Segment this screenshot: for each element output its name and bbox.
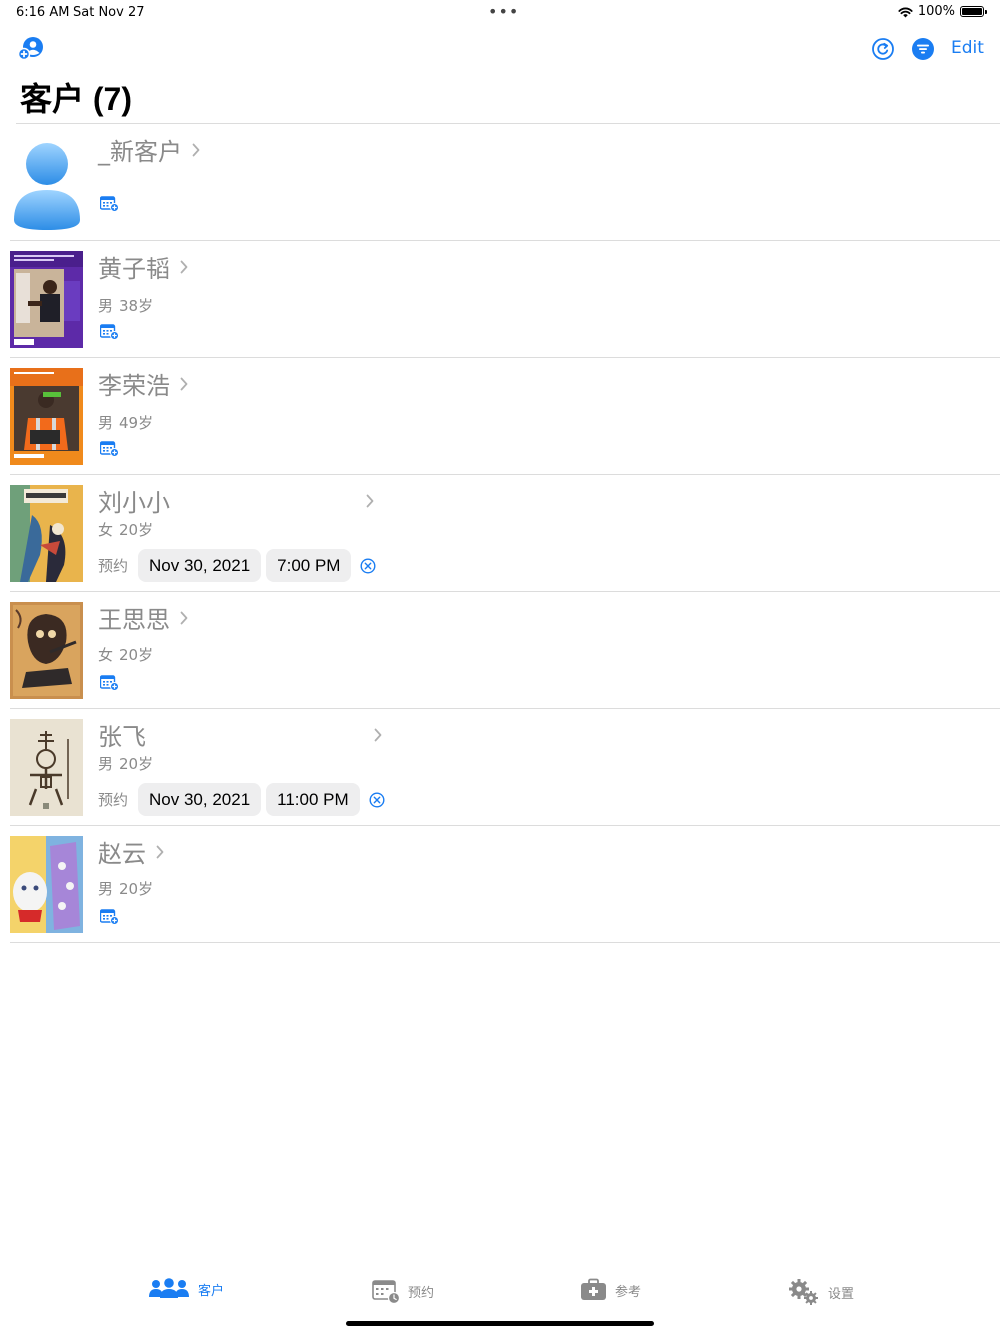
client-gender: 男 bbox=[98, 414, 114, 432]
client-photo bbox=[10, 368, 83, 465]
chevron-right-icon bbox=[366, 494, 374, 507]
chevron-right-icon bbox=[180, 260, 188, 273]
status-time: 6:16 AM bbox=[16, 5, 70, 20]
client-gender: 女 bbox=[98, 646, 114, 664]
battery-icon bbox=[960, 6, 987, 17]
appointment-date-picker[interactable]: Nov 30, 2021 bbox=[138, 783, 262, 816]
appointment-date-picker[interactable]: Nov 30, 2021 bbox=[138, 549, 262, 582]
client-gender: 男 bbox=[98, 755, 114, 773]
chevron-right-icon bbox=[192, 143, 200, 156]
status-bar: 6:16 AM Sat Nov 27 ••• 100% bbox=[0, 0, 1000, 26]
multitasking-dots[interactable]: ••• bbox=[488, 2, 519, 21]
client-info: 女 20岁 bbox=[98, 644, 153, 665]
client-photo bbox=[10, 251, 83, 348]
chevron-right-icon bbox=[180, 611, 188, 624]
refresh-icon[interactable] bbox=[871, 37, 895, 61]
wifi-icon bbox=[898, 7, 913, 17]
client-row[interactable]: 张飞 男 20岁 预约 Nov 30, 2021 11:00 PM bbox=[0, 709, 1000, 826]
client-name: 赵云 bbox=[98, 840, 146, 868]
battery-percent: 100% bbox=[917, 4, 955, 19]
client-info: 男 38岁 bbox=[98, 295, 153, 316]
client-gender: 男 bbox=[98, 297, 114, 315]
client-row-new[interactable]: _新客户 bbox=[0, 124, 1000, 241]
client-gender: 男 bbox=[98, 880, 114, 898]
chevron-right-icon bbox=[180, 377, 188, 390]
appointment-label: 预约 bbox=[98, 557, 129, 575]
appointment-time-picker[interactable]: 11:00 PM bbox=[266, 783, 360, 816]
client-name: _新客户 bbox=[98, 138, 182, 166]
client-age: 20岁 bbox=[119, 521, 154, 539]
status-date: Sat Nov 27 bbox=[73, 5, 145, 20]
page-title: 客户 (7) bbox=[20, 81, 133, 117]
tab-bar: 客户 预约 参考 设置 bbox=[0, 1278, 1000, 1318]
tab-label: 参考 bbox=[615, 1284, 642, 1300]
home-indicator[interactable] bbox=[346, 1321, 654, 1326]
clear-appointment-icon[interactable] bbox=[360, 557, 376, 574]
calendar-clock-icon bbox=[372, 1280, 400, 1304]
client-photo bbox=[10, 602, 83, 699]
tab-reference[interactable]: 参考 bbox=[580, 1278, 641, 1302]
appointment: 预约 Nov 30, 2021 11:00 PM bbox=[98, 783, 385, 816]
client-row[interactable]: 赵云 男 20岁 bbox=[0, 826, 1000, 943]
client-row[interactable]: 刘小小 女 20岁 预约 Nov 30, 2021 7:00 PM bbox=[0, 475, 1000, 592]
tab-label: 客户 bbox=[198, 1283, 225, 1299]
chevron-right-icon bbox=[156, 845, 164, 858]
client-info: 女 20岁 bbox=[98, 519, 153, 540]
divider bbox=[10, 942, 1000, 943]
client-row[interactable]: 李荣浩 男 49岁 bbox=[0, 358, 1000, 475]
client-info: 男 49岁 bbox=[98, 412, 153, 433]
appointment-label: 预约 bbox=[98, 791, 129, 809]
add-appointment-icon[interactable] bbox=[100, 675, 119, 691]
client-age: 38岁 bbox=[119, 297, 154, 315]
client-photo bbox=[10, 836, 83, 933]
client-info: 男 20岁 bbox=[98, 753, 153, 774]
clear-appointment-icon[interactable] bbox=[369, 791, 385, 808]
appointment-time-picker[interactable]: 7:00 PM bbox=[266, 549, 352, 582]
navigation-bar: Edit bbox=[0, 36, 1000, 66]
client-name: 刘小小 bbox=[98, 489, 170, 517]
client-photo bbox=[10, 719, 83, 816]
client-age: 49岁 bbox=[119, 414, 154, 432]
tab-label: 设置 bbox=[828, 1286, 855, 1302]
filter-icon[interactable] bbox=[911, 37, 935, 61]
add-appointment-icon[interactable] bbox=[100, 909, 119, 925]
default-avatar-icon bbox=[14, 143, 80, 230]
client-row[interactable]: 黄子韬 男 38岁 bbox=[0, 241, 1000, 358]
client-name: 张飞 bbox=[98, 723, 146, 751]
client-photo bbox=[10, 485, 83, 582]
client-name: 李荣浩 bbox=[98, 372, 170, 400]
appointment: 预约 Nov 30, 2021 7:00 PM bbox=[98, 549, 376, 582]
client-name: 黄子韬 bbox=[98, 255, 170, 283]
people-icon bbox=[149, 1278, 189, 1298]
edit-button[interactable]: Edit bbox=[951, 38, 984, 58]
client-age: 20岁 bbox=[119, 755, 154, 773]
client-age: 20岁 bbox=[119, 646, 154, 664]
tab-settings[interactable]: 设置 bbox=[788, 1278, 854, 1306]
add-appointment-icon[interactable] bbox=[100, 196, 119, 212]
add-client-icon[interactable] bbox=[18, 36, 44, 62]
tab-appointments[interactable]: 预约 bbox=[372, 1278, 434, 1304]
client-gender: 女 bbox=[98, 521, 114, 539]
client-age: 20岁 bbox=[119, 880, 154, 898]
medical-kit-icon bbox=[581, 1278, 606, 1300]
add-appointment-icon[interactable] bbox=[100, 441, 119, 457]
client-name: 王思思 bbox=[98, 606, 170, 634]
tab-clients[interactable]: 客户 bbox=[148, 1278, 224, 1300]
chevron-right-icon bbox=[374, 728, 382, 741]
tab-label: 预约 bbox=[408, 1285, 435, 1301]
add-appointment-icon[interactable] bbox=[100, 324, 119, 340]
client-row[interactable]: 王思思 女 20岁 bbox=[0, 592, 1000, 709]
client-info: 男 20岁 bbox=[98, 878, 153, 899]
gear-icon bbox=[789, 1279, 818, 1305]
